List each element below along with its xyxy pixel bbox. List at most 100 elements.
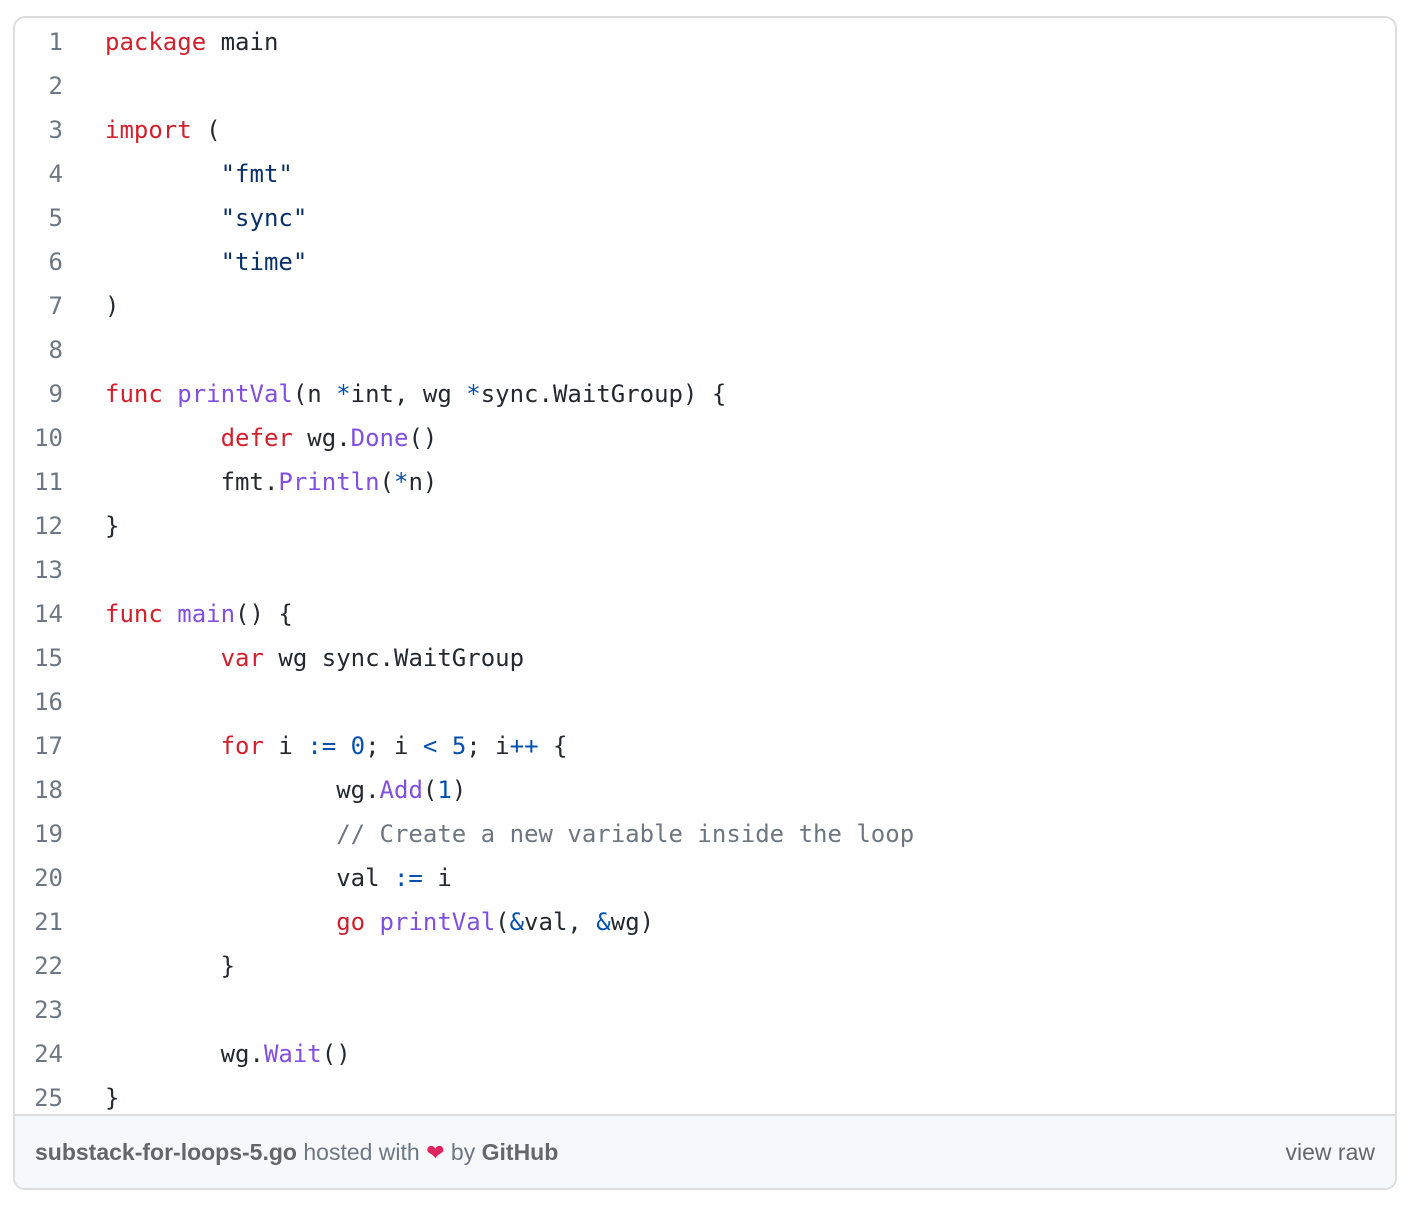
- code-line: 10 defer wg.Done(): [15, 416, 1395, 460]
- code-line: 24 wg.Wait(): [15, 1032, 1395, 1076]
- code-token: // Create a new variable inside the loop: [336, 820, 915, 848]
- code-line: 22 }: [15, 944, 1395, 988]
- line-number[interactable]: 18: [15, 768, 63, 812]
- code-token: wg): [610, 908, 655, 936]
- line-number[interactable]: 10: [15, 416, 63, 460]
- line-number[interactable]: 12: [15, 504, 63, 548]
- line-number[interactable]: 6: [15, 240, 63, 284]
- code-token: defer: [220, 424, 293, 452]
- line-number[interactable]: 17: [15, 724, 63, 768]
- view-raw-link[interactable]: view raw: [1286, 1116, 1375, 1188]
- hosted-with-text: hosted with: [296, 1139, 427, 1165]
- code-text: fmt.Println(*n): [105, 460, 438, 504]
- code-token: (): [321, 1040, 351, 1068]
- code-token: printVal: [379, 908, 496, 936]
- code-token: *: [466, 380, 481, 408]
- code-line: 4 "fmt": [15, 152, 1395, 196]
- heart-icon: ❤: [426, 1140, 445, 1165]
- code-token: wg sync.WaitGroup: [263, 644, 525, 672]
- code-text: ): [105, 284, 119, 328]
- file-name-link[interactable]: substack-for-loops-5.go: [35, 1139, 297, 1165]
- code-token: *: [394, 468, 409, 496]
- code-token: *: [336, 380, 351, 408]
- line-number[interactable]: 14: [15, 592, 63, 636]
- gist-footer: substack-for-loops-5.go hosted with ❤ by…: [15, 1114, 1395, 1188]
- code-line: 3 import (: [15, 108, 1395, 152]
- code-token: &: [509, 908, 525, 936]
- code-token: main: [177, 600, 236, 628]
- code-line: 21 go printVal(&val, &wg): [15, 900, 1395, 944]
- line-number[interactable]: 15: [15, 636, 63, 680]
- code-token: package: [105, 28, 207, 56]
- code-token: var: [220, 644, 264, 672]
- code-token: (: [379, 468, 394, 496]
- line-number[interactable]: 5: [15, 196, 63, 240]
- code-token: "sync": [220, 204, 308, 232]
- line-number[interactable]: 19: [15, 812, 63, 856]
- code-token: main: [206, 28, 279, 56]
- code-token: func: [105, 380, 163, 408]
- code-text: go printVal(&val, &wg): [105, 900, 654, 944]
- code-line: 1 package main: [15, 20, 1395, 64]
- code-line: 20 val := i: [15, 856, 1395, 900]
- code-token: ; i: [365, 732, 423, 760]
- github-link[interactable]: GitHub: [482, 1139, 559, 1165]
- code-token: ): [105, 292, 120, 320]
- line-number[interactable]: 20: [15, 856, 63, 900]
- code-token: (: [495, 908, 510, 936]
- code-token: func: [105, 600, 163, 628]
- code-line: 6 "time": [15, 240, 1395, 284]
- code-text: wg.Add(1): [105, 768, 466, 812]
- line-number[interactable]: 2: [15, 64, 63, 108]
- code-token: i: [263, 732, 308, 760]
- code-token: int, wg: [350, 380, 467, 408]
- line-number[interactable]: 3: [15, 108, 63, 152]
- code-line: 14 func main() {: [15, 592, 1395, 636]
- code-token: Println: [278, 468, 380, 496]
- line-number[interactable]: 8: [15, 328, 63, 372]
- code-text: "fmt": [105, 152, 293, 196]
- code-text: func main() {: [105, 592, 293, 636]
- code-text: for i := 0; i < 5; i++ {: [105, 724, 568, 768]
- line-number[interactable]: 4: [15, 152, 63, 196]
- code-text: var wg sync.WaitGroup: [105, 636, 524, 680]
- line-number[interactable]: 24: [15, 1032, 63, 1076]
- code-line: 23: [15, 988, 1395, 1032]
- line-number[interactable]: 16: [15, 680, 63, 724]
- code-text: "time": [105, 240, 308, 284]
- line-number[interactable]: 9: [15, 372, 63, 416]
- code-token: "time": [220, 248, 308, 276]
- line-number[interactable]: 11: [15, 460, 63, 504]
- code-text: wg.Wait(): [105, 1032, 351, 1076]
- code-token: ++: [509, 732, 539, 760]
- code-token: 5: [451, 732, 467, 760]
- line-number[interactable]: 22: [15, 944, 63, 988]
- code-line: 12}: [15, 504, 1395, 548]
- code-token: wg.: [292, 424, 351, 452]
- code-text: }: [105, 504, 119, 548]
- code-line: 7): [15, 284, 1395, 328]
- line-number[interactable]: 1: [15, 20, 63, 64]
- code-token: n): [408, 468, 438, 496]
- line-number[interactable]: 23: [15, 988, 63, 1032]
- code-line: 16: [15, 680, 1395, 724]
- code-line: 13: [15, 548, 1395, 592]
- code-token: :=: [307, 732, 337, 760]
- line-number[interactable]: 7: [15, 284, 63, 328]
- code-token: ; i: [466, 732, 510, 760]
- code-line: 15 var wg sync.WaitGroup: [15, 636, 1395, 680]
- code-token: {: [538, 732, 568, 760]
- line-number[interactable]: 21: [15, 900, 63, 944]
- line-number[interactable]: 13: [15, 548, 63, 592]
- code-text: }: [105, 944, 235, 988]
